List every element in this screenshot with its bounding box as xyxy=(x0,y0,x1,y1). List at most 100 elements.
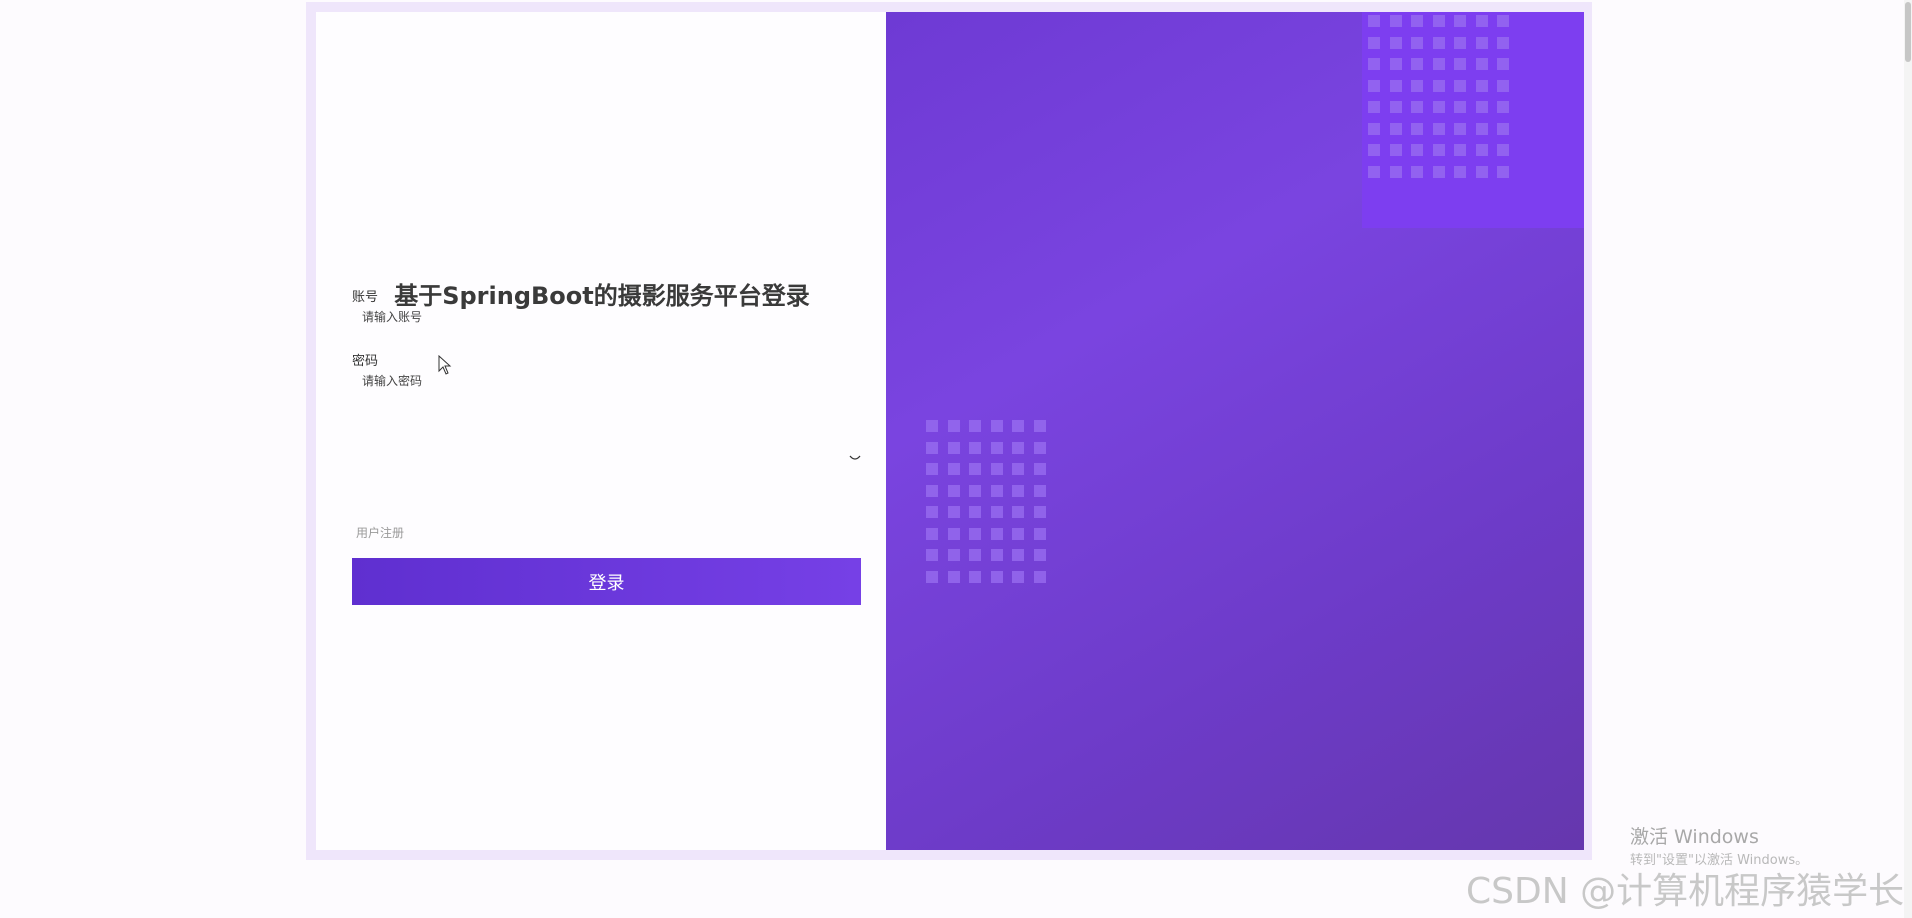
decor-dot xyxy=(990,570,1003,583)
decor-dot xyxy=(1497,122,1509,135)
decor-dot xyxy=(1432,15,1445,27)
decor-dot xyxy=(1411,122,1423,135)
decor-dot xyxy=(1012,527,1024,540)
dot-grid-bottom xyxy=(926,420,1046,583)
decor-dot xyxy=(1475,79,1488,92)
decor-dot xyxy=(969,506,981,518)
decor-dot xyxy=(990,463,1003,475)
decor-dot xyxy=(1411,15,1423,27)
password-input[interactable] xyxy=(352,364,860,398)
decor-dot xyxy=(1432,36,1445,49)
decor-dot xyxy=(1389,122,1402,135)
decor-dot xyxy=(926,506,938,518)
decor-dot xyxy=(947,463,960,475)
decor-dot xyxy=(1012,506,1024,518)
decor-dot xyxy=(1368,122,1380,135)
csdn-watermark: CSDN @计算机程序猿学长 xyxy=(1466,871,1905,912)
decor-dot xyxy=(1497,36,1509,49)
decor-dot xyxy=(1454,122,1466,135)
decor-dot xyxy=(1497,15,1509,27)
decor-dot xyxy=(990,506,1003,518)
decor-dot xyxy=(1389,101,1402,113)
decor-dot xyxy=(1432,101,1445,113)
decor-dot xyxy=(1475,122,1488,135)
decorative-panel xyxy=(886,12,1584,850)
decor-dot xyxy=(1368,144,1380,156)
decor-dot xyxy=(1411,36,1423,49)
eye-closed-icon[interactable] xyxy=(849,450,861,466)
mouse-pointer-icon xyxy=(438,354,452,379)
decor-dot xyxy=(1033,420,1046,432)
decor-dot xyxy=(1368,58,1380,70)
decor-dot xyxy=(1012,420,1024,432)
decor-dot xyxy=(969,463,981,475)
decor-dot xyxy=(990,420,1003,432)
login-card: 基于SpringBoot的摄影服务平台登录 账号 密码 用户注册 登录 xyxy=(306,2,1592,860)
decor-dot xyxy=(1475,101,1488,113)
decor-dot xyxy=(969,549,981,561)
decor-dot xyxy=(1475,144,1488,156)
decor-dot xyxy=(1012,463,1024,475)
decor-dot xyxy=(1411,101,1423,113)
decor-dot xyxy=(1432,144,1445,156)
decor-dot xyxy=(969,570,981,583)
decor-dot xyxy=(1454,101,1466,113)
decor-dot xyxy=(926,549,938,561)
decor-dot xyxy=(1012,570,1024,583)
decor-dot xyxy=(926,463,938,475)
decor-dot xyxy=(1497,101,1509,113)
windows-activation-title: 激活 Windows xyxy=(1630,826,1759,848)
decor-dot xyxy=(1454,79,1466,92)
decor-dot xyxy=(1389,36,1402,49)
decor-dot xyxy=(1497,144,1509,156)
account-input[interactable] xyxy=(352,300,860,334)
decor-dot xyxy=(1432,122,1445,135)
decor-dot xyxy=(1475,58,1488,70)
decor-dot xyxy=(926,420,938,432)
decor-dot xyxy=(1475,165,1488,178)
decor-dot xyxy=(1432,58,1445,70)
decor-dot xyxy=(1033,441,1046,454)
decor-dot xyxy=(1033,527,1046,540)
decor-dot xyxy=(969,441,981,454)
decor-dot xyxy=(947,441,960,454)
decor-dot xyxy=(1033,570,1046,583)
decor-dot xyxy=(1411,165,1423,178)
decor-dot xyxy=(1368,101,1380,113)
decor-dot xyxy=(990,527,1003,540)
decor-dot xyxy=(969,484,981,497)
login-button[interactable]: 登录 xyxy=(352,558,861,605)
decor-dot xyxy=(1368,15,1380,27)
decor-dot xyxy=(947,484,960,497)
decor-dot xyxy=(990,549,1003,561)
decor-dot xyxy=(1012,549,1024,561)
decor-dot xyxy=(1411,58,1423,70)
dot-grid-top xyxy=(1368,15,1509,178)
decor-dot xyxy=(969,420,981,432)
decor-dot xyxy=(1033,506,1046,518)
scrollbar-thumb[interactable] xyxy=(1905,2,1911,62)
decor-dot xyxy=(1454,165,1466,178)
decor-dot xyxy=(1368,36,1380,49)
decor-dot xyxy=(1368,79,1380,92)
decor-dot xyxy=(1454,15,1466,27)
vertical-scrollbar[interactable] xyxy=(1904,0,1912,918)
decor-dot xyxy=(947,527,960,540)
decor-dot xyxy=(1475,15,1488,27)
decor-dot xyxy=(1497,79,1509,92)
decor-dot xyxy=(1389,144,1402,156)
register-link[interactable]: 用户注册 xyxy=(356,524,404,541)
decor-dot xyxy=(1454,58,1466,70)
decor-dot xyxy=(926,484,938,497)
decor-dot xyxy=(969,527,981,540)
decor-dot xyxy=(1411,79,1423,92)
decor-dot xyxy=(1432,79,1445,92)
decor-dot xyxy=(1454,144,1466,156)
decor-dot xyxy=(1432,165,1445,178)
decor-dot xyxy=(1389,15,1402,27)
decor-dot xyxy=(1012,484,1024,497)
decor-dot xyxy=(1368,165,1380,178)
decor-dot xyxy=(1389,58,1402,70)
decor-dot xyxy=(1033,549,1046,561)
decor-dot xyxy=(1475,36,1488,49)
